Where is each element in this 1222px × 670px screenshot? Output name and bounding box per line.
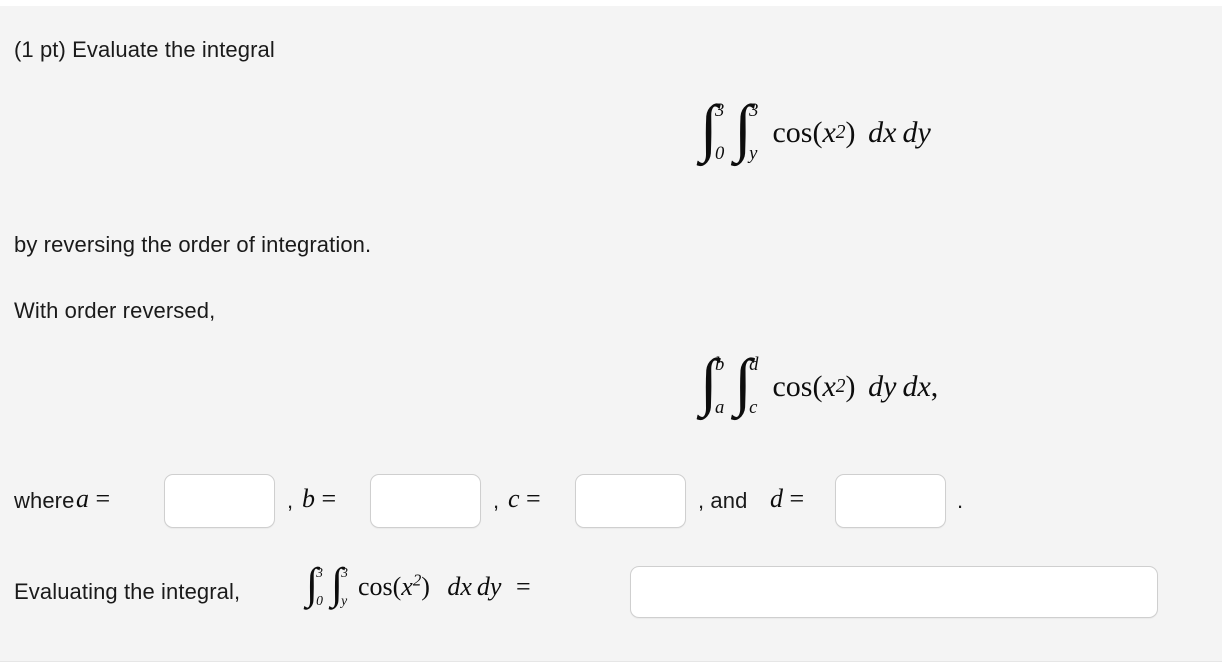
outer-integral: ∫ 3 0 (700, 92, 724, 164)
integrand-exponent: 2 (412, 570, 422, 590)
equals-sign: = (515, 572, 531, 601)
differential-outer: dy (476, 572, 502, 601)
where-label: where (14, 488, 75, 513)
order-reversed-intro: With order reversed, (14, 298, 216, 323)
integral-sign-icon: ∫ (306, 559, 319, 608)
integral-sign-icon: ∫ (734, 92, 752, 163)
differential-outer: dx (902, 370, 931, 403)
inline-integral-expression: ∫ 3 0 ∫ 3 y cos(x2) dx dy = (306, 559, 531, 609)
reverse-order-instruction: by reversing the order of integration. (14, 232, 372, 257)
terminal-period: . (957, 488, 964, 513)
outer-integral: ∫ 3 0 (306, 559, 323, 608)
separator-comma-2: , (493, 488, 500, 513)
integral-sign-icon: ∫ (734, 346, 752, 417)
inner-integral: ∫ d c (734, 346, 758, 418)
integrand-function: cos (357, 572, 393, 601)
and-label: , and (698, 488, 748, 513)
evaluating-label: Evaluating the integral, (14, 579, 241, 604)
differential-inner: dx (868, 116, 897, 149)
original-integral-display: ∫ 3 0 ∫ 3 y cos(x 2) dx dy (700, 92, 931, 165)
differential-inner: dx (447, 572, 472, 601)
integrand-variable: x (822, 370, 836, 403)
inline-integral-display: ∫ 3 0 ∫ 3 y cos(x2) dx dy = (306, 559, 531, 609)
integral-sign-icon: ∫ (330, 559, 344, 608)
integrand-function: cos (772, 116, 813, 149)
differential-outer: dy (902, 116, 931, 149)
field-b-input[interactable] (370, 474, 481, 528)
separator-comma-1: , (287, 488, 294, 513)
integral-sign-icon: ∫ (700, 92, 718, 163)
differential-inner: dy (868, 370, 897, 403)
integral-sign-icon: ∫ (700, 346, 718, 417)
original-integral-expression: ∫ 3 0 ∫ 3 y cos(x 2) dx dy (700, 92, 931, 165)
problem-page: (1 pt) Evaluate the integral ∫ 3 0 ∫ 3 y… (0, 0, 1222, 670)
field-c-input[interactable] (575, 474, 686, 528)
integrand-variable: x (822, 116, 836, 149)
field-a-input[interactable] (164, 474, 275, 528)
integrand-variable: x (401, 572, 413, 601)
trailing-comma: , (930, 370, 939, 403)
reversed-integral-display: ∫ b a ∫ d c cos(x 2) dy dx, (700, 346, 939, 419)
variable-a-label: a = (76, 484, 111, 513)
problem-statement-line: (1 pt) Evaluate the integral (14, 37, 275, 62)
variable-d-label: d = (770, 484, 805, 513)
field-d-input[interactable] (835, 474, 946, 528)
variable-b-label: b = (302, 484, 337, 513)
integrand-function: cos (772, 370, 813, 403)
outer-integral: ∫ b a (700, 346, 724, 418)
field-result-input[interactable] (630, 566, 1158, 618)
variable-c-label: c = (508, 484, 541, 513)
reversed-integral-expression: ∫ b a ∫ d c cos(x 2) dy dx, (700, 346, 939, 419)
inner-integral: ∫ 3 y (734, 92, 758, 164)
inner-integral: ∫ 3 y (330, 559, 348, 608)
